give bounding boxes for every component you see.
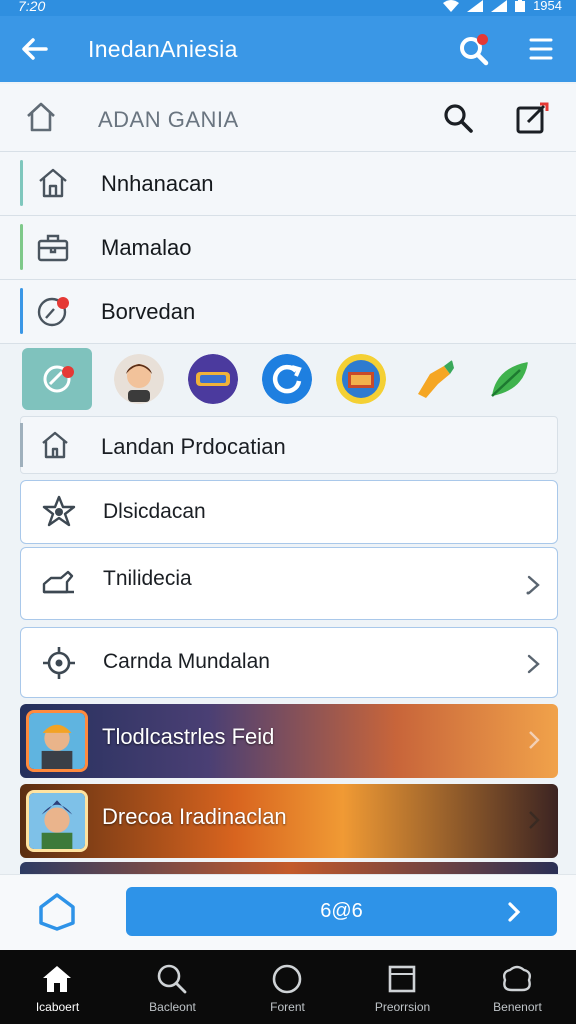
card-2[interactable]: Tnilidecia: [20, 547, 558, 620]
card-label: Dlsicdacan: [103, 500, 206, 523]
tab-label: Benenort: [493, 1000, 542, 1014]
gauge-icon: [37, 297, 69, 327]
app-bar: InedanAniesia: [0, 16, 576, 82]
nav-item-accent: [20, 224, 23, 270]
nav-item-label: Nnhanacan: [101, 171, 214, 196]
briefcase-icon: [37, 234, 69, 262]
section-accent: [20, 423, 23, 467]
character-avatar: [26, 710, 88, 772]
menu-icon[interactable]: [528, 36, 554, 62]
app-shortcut-selected[interactable]: [22, 348, 92, 410]
chevron-right-icon: [529, 811, 540, 829]
search-button[interactable]: [458, 34, 490, 66]
card-label: Carnda Mundalan: [103, 650, 270, 673]
section-row[interactable]: Landan Prdocatian: [20, 416, 558, 474]
tab-home[interactable]: Icaboert: [0, 950, 115, 1024]
home-icon: [39, 168, 67, 198]
tab-square[interactable]: Preorrsion: [345, 950, 460, 1024]
home-icon: [43, 966, 71, 992]
card-1[interactable]: Dlsicdacan: [20, 480, 558, 544]
hand-app-icon[interactable]: [410, 354, 460, 404]
edit-icon[interactable]: [514, 100, 550, 136]
avatar-app-icon[interactable]: [114, 354, 164, 404]
home-outline-icon[interactable]: [24, 100, 58, 134]
circle-icon: [272, 964, 302, 994]
tab-profile[interactable]: Benenort: [460, 950, 575, 1024]
square-icon: [388, 965, 416, 993]
banner-title: Tlodlcastrles Feid: [102, 724, 275, 749]
star-icon: [42, 495, 76, 527]
tab-label: Icaboert: [35, 1000, 80, 1014]
battery-icon: [515, 0, 526, 12]
search-icon[interactable]: [442, 102, 474, 134]
back-arrow-icon[interactable]: [18, 32, 52, 66]
notification-dot: [477, 34, 488, 45]
chevron-right-icon: [508, 902, 521, 922]
nav-item-label: Borvedan: [101, 299, 196, 324]
badge-app-icon[interactable]: [336, 354, 386, 404]
tab-label: Preorrsion: [374, 1000, 431, 1014]
status-time: 7:20: [18, 0, 46, 14]
nav-item-2[interactable]: Mamalao: [0, 216, 576, 280]
tab-search[interactable]: Bacleont: [115, 950, 230, 1024]
app-strip: [20, 346, 558, 412]
chevron-right-icon: [529, 731, 540, 749]
cloud-icon: [502, 965, 532, 992]
promo-banner-1[interactable]: Tlodlcastrles Feid: [20, 704, 558, 778]
status-bar: 7:20 1954: [0, 0, 576, 16]
promo-banner-2[interactable]: Drecoa Iradinaclan: [20, 784, 558, 858]
nav-item-label: Mamalao: [101, 235, 192, 260]
app-title: InedanAniesia: [88, 36, 238, 62]
chevron-right-icon: [527, 654, 540, 674]
search-icon: [157, 964, 187, 994]
bottom-navigation: Icaboert Bacleont Forent Preorrsion Bene…: [0, 950, 576, 1024]
wifi-icon: [443, 0, 460, 12]
action-bar: 6@6: [0, 874, 576, 950]
tab-circle[interactable]: Forent: [230, 950, 345, 1024]
chevron-right-icon: [526, 575, 540, 595]
tab-label: Forent: [270, 1000, 305, 1014]
section-label: Landan Prdocatian: [101, 434, 286, 459]
battery-level: 1954: [533, 0, 562, 13]
refresh-app-icon[interactable]: [262, 354, 312, 404]
character-avatar: [26, 790, 88, 852]
banner-title: Drecoa Iradinaclan: [102, 804, 287, 829]
card-label: Tnilidecia: [103, 567, 192, 590]
card-3[interactable]: Carnda Mundalan: [20, 627, 558, 698]
nav-item-accent: [20, 160, 23, 206]
car-icon: [42, 570, 74, 594]
primary-action-label: 6@6: [320, 900, 363, 922]
home-badge-icon[interactable]: [36, 891, 78, 933]
subheader-title: ADAN GANIA: [98, 107, 239, 132]
nav-item-accent: [20, 288, 23, 334]
leaf-app-icon[interactable]: [484, 354, 534, 404]
nav-item-3[interactable]: Borvedan: [0, 280, 576, 344]
tag-app-icon: [43, 365, 74, 393]
target-icon: [43, 647, 75, 679]
signal-icon-2: [491, 0, 508, 12]
tab-label: Bacleont: [149, 1000, 196, 1014]
subheader: ADAN GANIA: [0, 84, 576, 152]
primary-action-button[interactable]: 6@6: [126, 887, 557, 936]
status-icons: 1954: [443, 0, 562, 13]
game-app-icon[interactable]: [188, 354, 238, 404]
signal-icon: [467, 0, 484, 12]
nav-item-1[interactable]: Nnhanacan: [0, 152, 576, 216]
home-outline-icon: [42, 431, 68, 459]
